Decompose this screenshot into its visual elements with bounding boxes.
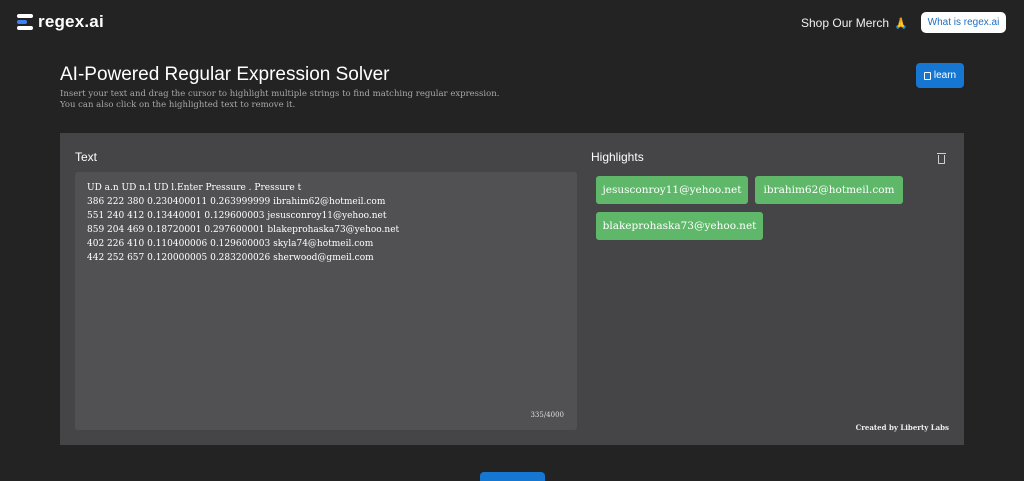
learn-button[interactable]: learn — [916, 63, 964, 88]
text-line[interactable]: UD a.n UD n.l UD l.Enter Pressure . Pres… — [87, 181, 567, 195]
instructions-line-2: You can also click on the highlighted te… — [60, 100, 296, 110]
learn-label: learn — [933, 70, 957, 81]
solve-button[interactable] — [480, 472, 545, 481]
highlights-section-label: Highlights — [591, 150, 644, 164]
instructions: Insert your text and drag the cursor to … — [60, 89, 560, 111]
text-line[interactable]: 442 252 657 0.120000005 0.283200026 sher… — [87, 251, 567, 265]
book-icon — [923, 71, 931, 80]
trash-icon[interactable] — [937, 153, 946, 164]
top-bar: regex.ai Shop Our Merch 🙏 What is regex.… — [0, 0, 1024, 44]
text-line[interactable]: 386 222 380 0.230400011 0.263999999 ibra… — [87, 195, 567, 209]
text-line[interactable]: 402 226 410 0.110400006 0.129600003 skyl… — [87, 237, 567, 251]
logo-text: regex.ai — [38, 12, 104, 31]
instructions-line-1: Insert your text and drag the cursor to … — [60, 89, 500, 99]
praying-hands-icon: 🙏 — [894, 17, 908, 30]
text-section-label: Text — [75, 150, 98, 164]
highlight-chip[interactable]: ibrahim62@hotmeil.com — [755, 176, 903, 204]
text-line[interactable]: 859 204 469 0.18720001 0.297600001 blake… — [87, 223, 567, 237]
text-content[interactable]: UD a.n UD n.l UD l.Enter Pressure . Pres… — [87, 181, 567, 265]
merch-label: Shop Our Merch — [801, 16, 890, 30]
logo[interactable]: regex.ai — [17, 12, 104, 32]
text-input-area[interactable]: UD a.n UD n.l UD l.Enter Pressure . Pres… — [75, 172, 577, 430]
highlight-chip[interactable]: blakeprohaska73@yehoo.net — [596, 212, 763, 240]
highlight-chip[interactable]: jesusconroy11@yehoo.net — [596, 176, 748, 204]
text-line[interactable]: 551 240 412 0.13440001 0.129600003 jesus… — [87, 209, 567, 223]
shop-merch-link[interactable]: Shop Our Merch 🙏 — [801, 16, 908, 30]
page-title: AI-Powered Regular Expression Solver — [60, 64, 390, 85]
solver-panel: Text UD a.n UD n.l UD l.Enter Pressure .… — [60, 133, 964, 445]
what-is-regex-button[interactable]: What is regex.ai — [921, 12, 1006, 33]
regex-logo-icon — [17, 13, 33, 31]
character-count: 335/4000 — [530, 411, 564, 419]
credit-text: Created by Liberty Labs — [855, 423, 949, 432]
